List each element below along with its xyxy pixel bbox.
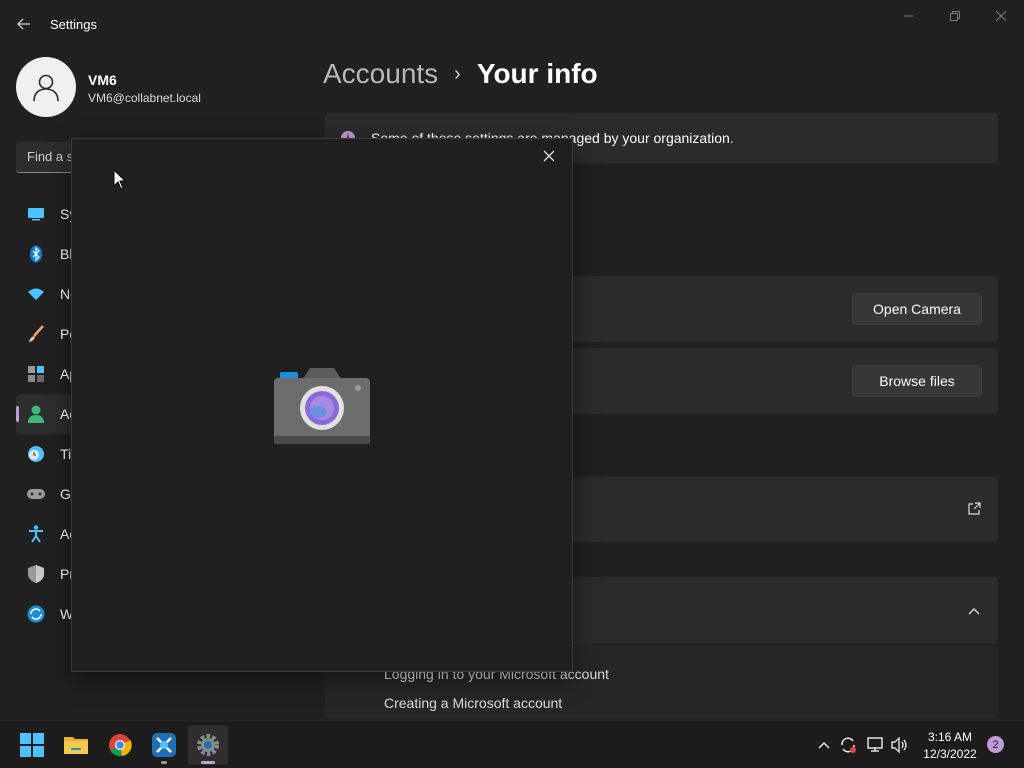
minimize-icon xyxy=(904,15,914,17)
chevron-up-icon xyxy=(818,742,830,749)
volume-icon xyxy=(891,737,907,753)
sync-icon xyxy=(841,737,856,753)
close-icon xyxy=(543,150,555,162)
maximize-icon xyxy=(950,11,960,21)
accessibility-icon xyxy=(26,524,46,544)
folder-icon xyxy=(64,737,88,754)
windows-update-icon xyxy=(26,604,46,624)
chrome-icon xyxy=(109,734,132,757)
back-arrow-icon xyxy=(17,18,30,30)
user-email: VM6@collabnet.local xyxy=(88,91,201,105)
bluetooth-icon xyxy=(26,244,46,264)
system-icon xyxy=(26,204,46,224)
app-title: Settings xyxy=(50,17,97,32)
browse-files-button[interactable]: Browse files xyxy=(852,365,982,397)
sidebar-item-label: Ti xyxy=(60,446,72,462)
breadcrumb-parent[interactable]: Accounts xyxy=(323,58,438,90)
mouse-cursor-icon xyxy=(113,169,127,190)
start-button[interactable] xyxy=(12,725,52,765)
related-link[interactable]: Creating a Microsoft account xyxy=(384,695,562,711)
clock-time[interactable]: 3:16 AM xyxy=(921,730,979,744)
settings-taskbar-button[interactable] xyxy=(188,725,228,765)
title-bar: Settings xyxy=(0,0,1024,48)
show-hidden-icons-button[interactable] xyxy=(814,735,834,755)
accounts-icon xyxy=(26,404,46,424)
windows-logo-icon xyxy=(20,733,44,757)
user-icon xyxy=(33,74,59,102)
network-icon xyxy=(867,737,883,752)
volume-tray-button[interactable] xyxy=(890,735,910,755)
file-explorer-button[interactable] xyxy=(56,725,96,765)
personalization-brush-icon xyxy=(26,324,46,344)
chevron-up-icon xyxy=(968,608,980,615)
gear-icon xyxy=(197,734,219,756)
minimize-button[interactable] xyxy=(886,0,932,32)
tool-app-button[interactable] xyxy=(144,725,184,765)
page-title: Your info xyxy=(476,58,598,89)
time-language-icon xyxy=(26,444,46,464)
tool-app-icon xyxy=(152,733,176,757)
wifi-icon xyxy=(26,284,46,304)
camera-app-icon xyxy=(274,368,370,444)
close-icon xyxy=(996,11,1006,21)
chrome-button[interactable] xyxy=(100,725,140,765)
network-tray-button[interactable] xyxy=(865,735,885,755)
sync-tray-button[interactable] xyxy=(838,735,858,755)
apps-icon xyxy=(26,364,46,384)
breadcrumb: Accounts › Your info xyxy=(323,58,598,90)
open-camera-button[interactable]: Open Camera xyxy=(852,293,982,325)
taskbar: 3:16 AM 12/3/2022 2 xyxy=(0,720,1024,768)
back-button[interactable] xyxy=(10,10,38,38)
maximize-button[interactable] xyxy=(932,0,978,32)
clock-date[interactable]: 12/3/2022 xyxy=(921,747,979,761)
running-indicator xyxy=(161,761,167,764)
gaming-icon xyxy=(26,484,46,504)
dialog-close-button[interactable] xyxy=(537,144,561,168)
privacy-shield-icon xyxy=(26,564,46,584)
close-window-button[interactable] xyxy=(978,0,1024,32)
avatar[interactable] xyxy=(16,57,76,117)
camera-dialog xyxy=(71,138,573,672)
notification-badge[interactable]: 2 xyxy=(987,736,1004,753)
chevron-right-icon: › xyxy=(454,62,461,85)
external-link-icon xyxy=(968,502,981,515)
user-name: VM6 xyxy=(88,72,117,88)
